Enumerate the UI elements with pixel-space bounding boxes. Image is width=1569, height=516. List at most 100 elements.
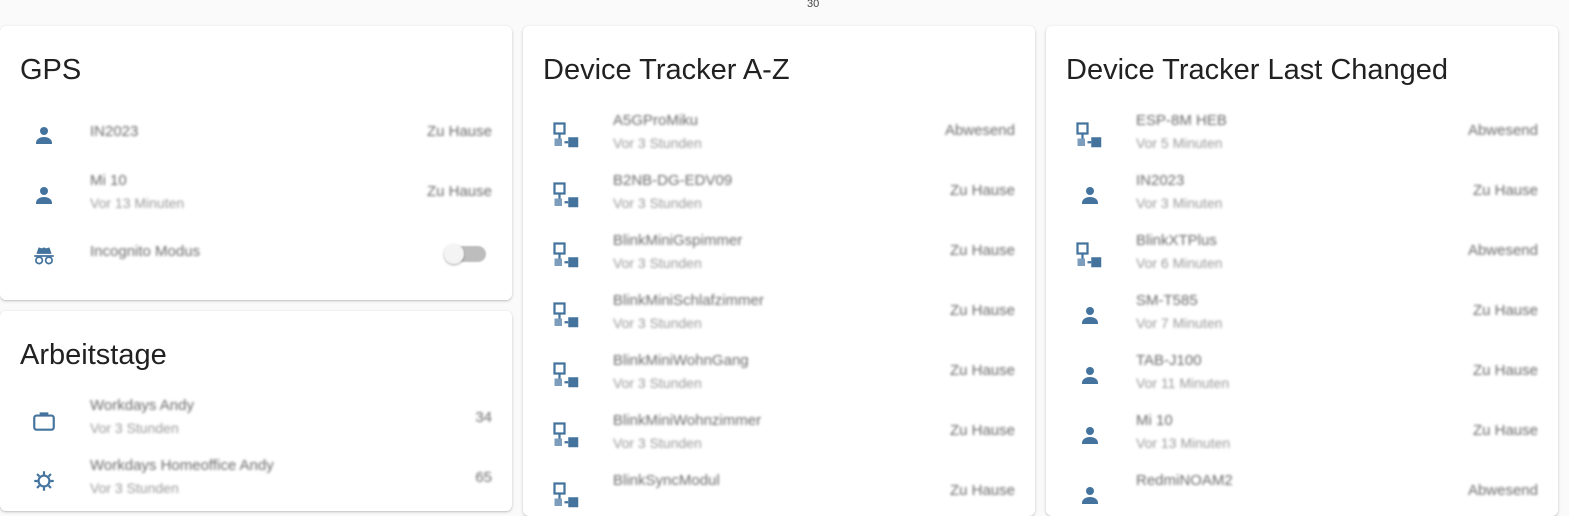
tracker-row[interactable]: BlinkMiniGspimmer Vor 3 Stunden Zu Hause <box>523 226 1035 286</box>
entity-name: BlinkMiniSchlafzimmer <box>613 292 764 309</box>
tracker-row[interactable]: BlinkXTPlus Vor 6 Minuten Abwesend <box>1046 226 1558 286</box>
gps-card: GPS IN2023 Zu Hause Mi 10 Vor 13 Minuten… <box>0 26 512 300</box>
lan-icon <box>551 300 583 332</box>
entity-state: Zu Hause <box>426 123 492 140</box>
entity-state: Abwesend <box>944 122 1015 139</box>
entity-name: BlinkMiniWohnGang <box>613 352 749 369</box>
tracker-row[interactable]: BlinkMiniSchlafzimmer Vor 3 Stunden Zu Hau… <box>523 286 1035 346</box>
lan-icon <box>551 420 583 452</box>
entity-state: Zu Hause <box>1472 182 1538 199</box>
entity-name: IN2023 <box>1136 172 1185 189</box>
entity-state: 65 <box>475 469 492 486</box>
entity-state: Zu Hause <box>949 302 1015 319</box>
entity-last-changed: Vor 3 Stunden <box>90 480 179 496</box>
entity-state: Zu Hause <box>949 182 1015 199</box>
arbeitstage-card: Arbeitstage Workdays Andy Vor 3 Stunden … <box>0 311 512 511</box>
tracker-row[interactable]: ESP-8M HEB Vor 5 Minuten Abwesend <box>1046 106 1558 166</box>
entity-state: Zu Hause <box>949 422 1015 439</box>
incognito-icon <box>28 240 60 272</box>
entity-state: Abwesend <box>1467 482 1538 499</box>
lan-icon <box>1074 120 1106 152</box>
entity-state: Zu Hause <box>1472 302 1538 319</box>
arbeitstage-row-workdays[interactable]: Workdays Andy Vor 3 Stunden 34 <box>0 391 512 451</box>
gps-row-mi10[interactable]: Mi 10 Vor 13 Minuten Zu Hause <box>0 166 512 226</box>
card-title: GPS <box>20 54 82 86</box>
entity-name: BlinkSyncModul <box>613 472 720 489</box>
entity-name: SM-T585 <box>1136 292 1198 309</box>
entity-name: Workdays Andy <box>90 397 194 414</box>
entity-name: RedmiNOAM2 <box>1136 472 1233 489</box>
entity-name: B2NB-DG-EDV09 <box>613 172 733 189</box>
tracker-row[interactable]: BlinkSyncModul Zu Hause <box>523 466 1035 516</box>
account-icon <box>1074 480 1106 512</box>
entity-state: Abwesend <box>1467 122 1538 139</box>
entity-last-changed: Vor 7 Minuten <box>1136 315 1223 331</box>
tracker-row[interactable]: BlinkMiniWohnzimmer Vor 3 Stunden Zu Hause <box>523 406 1035 466</box>
lan-icon <box>551 360 583 392</box>
entity-last-changed: Vor 13 Minuten <box>90 195 185 211</box>
entity-last-changed: Vor 6 Minuten <box>1136 255 1223 271</box>
briefcase-icon <box>28 405 60 437</box>
entity-state: Zu Hause <box>1472 422 1538 439</box>
tracker-row[interactable]: Mi 10 Vor 13 Minuten Zu Hause <box>1046 406 1558 466</box>
entity-last-changed: Vor 5 Minuten <box>1136 135 1223 151</box>
entity-state: Zu Hause <box>1472 362 1538 379</box>
home-gear-icon <box>28 465 60 497</box>
account-icon <box>28 180 60 212</box>
entity-name: BlinkMiniGspimmer <box>613 232 743 249</box>
entity-last-changed: Vor 3 Stunden <box>613 375 702 391</box>
entity-last-changed: Vor 3 Stunden <box>613 135 702 151</box>
arbeitstage-row-homeoffice[interactable]: Workdays Homeoffice Andy Vor 3 Stunden 6… <box>0 451 512 511</box>
entity-name: BlinkXTPlus <box>1136 232 1217 249</box>
entity-state: 34 <box>475 409 492 426</box>
card-title: Arbeitstage <box>20 339 167 371</box>
tracker-row[interactable]: A5GProMiku Vor 3 Stunden Abwesend <box>523 106 1035 166</box>
entity-state: Zu Hause <box>949 482 1015 499</box>
entity-name: Mi 10 <box>90 172 127 189</box>
device-tracker-az-card: Device Tracker A-Z A5GProMiku Vor 3 Stund… <box>523 26 1035 516</box>
tracker-row[interactable]: B2NB-DG-EDV09 Vor 3 Stunden Zu Hause <box>523 166 1035 226</box>
entity-state: Abwesend <box>1467 242 1538 259</box>
incognito-toggle[interactable] <box>444 244 486 264</box>
entity-name: A5GProMiku <box>613 112 699 129</box>
entity-state: Zu Hause <box>426 183 492 200</box>
tracker-row[interactable]: BlinkMiniWohnGang Vor 3 Stunden Zu Hause <box>523 346 1035 406</box>
top-value: 30 <box>807 0 820 10</box>
entity-state: Zu Hause <box>949 362 1015 379</box>
entity-name: IN2023 <box>90 123 139 140</box>
tracker-row[interactable]: IN2023 Vor 3 Minuten Zu Hause <box>1046 166 1558 226</box>
entity-last-changed: Vor 3 Stunden <box>90 420 179 436</box>
account-icon <box>1074 300 1106 332</box>
tracker-row[interactable]: RedmiNOAM2 Abwesend <box>1046 466 1558 516</box>
tracker-row[interactable]: SM-T585 Vor 7 Minuten Zu Hause <box>1046 286 1558 346</box>
entity-name: BlinkMiniWohnzimmer <box>613 412 762 429</box>
account-icon <box>1074 360 1106 392</box>
account-icon <box>28 120 60 152</box>
lan-icon <box>551 120 583 152</box>
entity-last-changed: Vor 3 Stunden <box>613 435 702 451</box>
entity-name: Mi 10 <box>1136 412 1173 429</box>
entity-last-changed: Vor 11 Minuten <box>1136 375 1230 391</box>
entity-name: TAB-J100 <box>1136 352 1202 369</box>
gps-row-in2023[interactable]: IN2023 Zu Hause <box>0 106 512 166</box>
entity-name: Incognito Modus <box>90 243 201 260</box>
account-icon <box>1074 420 1106 452</box>
card-title: Device Tracker Last Changed <box>1066 54 1449 86</box>
entity-last-changed: Vor 13 Minuten <box>1136 435 1231 451</box>
account-icon <box>1074 180 1106 212</box>
tracker-row[interactable]: TAB-J100 Vor 11 Minuten Zu Hause <box>1046 346 1558 406</box>
entity-state: Zu Hause <box>949 242 1015 259</box>
entity-last-changed: Vor 3 Minuten <box>1136 195 1223 211</box>
entity-last-changed: Vor 3 Stunden <box>613 195 702 211</box>
lan-icon <box>551 480 583 512</box>
toggle-knob <box>444 244 464 264</box>
device-tracker-last-changed-card: Device Tracker Last Changed ESP-8M HEB Vo… <box>1046 26 1558 516</box>
lan-icon <box>551 180 583 212</box>
gps-row-incognito: Incognito Modus <box>0 226 512 286</box>
entity-name: Workdays Homeoffice Andy <box>90 457 274 474</box>
card-title: Device Tracker A-Z <box>543 54 790 86</box>
lan-icon <box>551 240 583 272</box>
entity-last-changed: Vor 3 Stunden <box>613 255 702 271</box>
lan-icon <box>1074 240 1106 272</box>
entity-name: ESP-8M HEB <box>1136 112 1227 129</box>
